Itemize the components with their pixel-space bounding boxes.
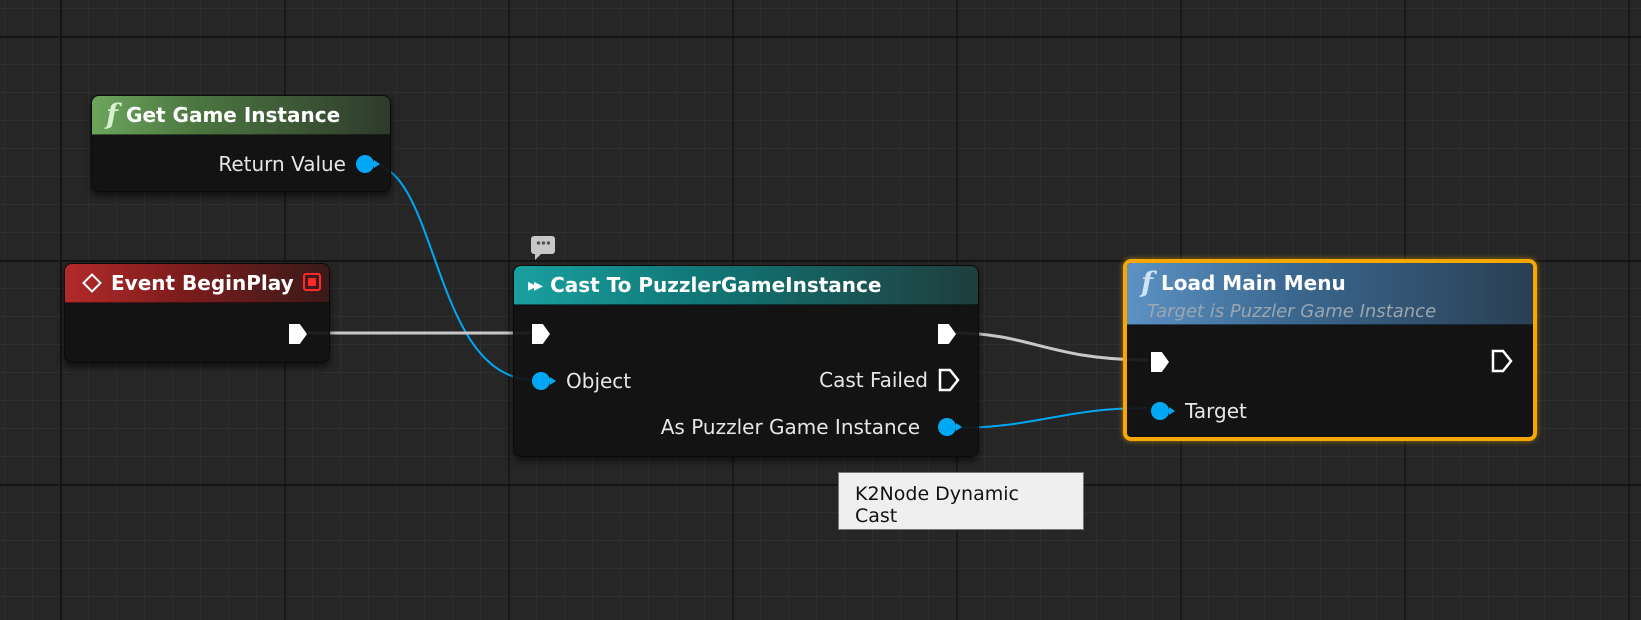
cast-icon: ▸▸ <box>528 274 543 296</box>
pin-row-exec-in <box>532 324 550 344</box>
exec-in-pin[interactable] <box>532 324 550 344</box>
pin-row-object: Object <box>532 369 631 393</box>
exec-in-pin[interactable] <box>1151 352 1169 372</box>
pin-row-exec-out <box>938 324 956 344</box>
wire-cast-exec-to-load[interactable] <box>954 331 1149 362</box>
pin-label-object: Object <box>566 369 632 393</box>
pin-row-exec-out <box>289 324 307 344</box>
return-value-pin[interactable] <box>356 155 380 173</box>
node-title: Event BeginPlay <box>111 271 294 295</box>
node-header: f Get Game Instance <box>92 96 390 135</box>
pin-row-exec-in <box>1151 352 1169 372</box>
node-header: Event BeginPlay <box>65 264 329 303</box>
stop-icon <box>303 273 321 291</box>
pin-row-return-value: Return Value <box>218 152 380 176</box>
pin-label-cast-failed: Cast Failed <box>819 368 928 392</box>
function-icon: f <box>1141 266 1154 299</box>
pin-label-target: Target <box>1185 399 1247 423</box>
node-header: f Load Main Menu Target is Puzzler Game … <box>1127 263 1533 325</box>
node-event-begin-play[interactable]: Event BeginPlay <box>64 263 330 363</box>
pin-row-as-instance: As Puzzler Game Instance <box>660 415 962 439</box>
pin-row-cast-failed: Cast Failed <box>819 368 960 392</box>
pin-row-target: Target <box>1151 399 1247 423</box>
node-title: Cast To PuzzlerGameInstance <box>550 273 882 297</box>
exec-out-pin[interactable] <box>289 324 307 344</box>
pin-label-return-value: Return Value <box>218 152 346 176</box>
node-load-main-menu[interactable]: f Load Main Menu Target is Puzzler Game … <box>1123 259 1537 441</box>
event-icon <box>82 273 102 293</box>
node-header: ▸▸ Cast To PuzzlerGameInstance <box>514 266 978 305</box>
cast-failed-pin[interactable] <box>938 368 960 392</box>
object-pin[interactable] <box>532 372 556 390</box>
pin-label-as-instance: As Puzzler Game Instance <box>660 415 920 439</box>
node-tooltip: K2Node Dynamic Cast <box>838 472 1084 530</box>
as-instance-pin[interactable] <box>938 418 962 436</box>
function-icon: f <box>106 98 119 131</box>
node-title: Get Game Instance <box>126 103 341 127</box>
node-subtitle: Target is Puzzler Game Instance <box>1147 301 1437 322</box>
comment-bubble-icon[interactable] <box>531 236 555 260</box>
node-cast-to[interactable]: ▸▸ Cast To PuzzlerGameInstance Object Ca… <box>513 265 979 457</box>
node-get-game-instance[interactable]: f Get Game Instance Return Value <box>91 95 391 192</box>
exec-out-pin[interactable] <box>938 324 956 344</box>
node-title: Load Main Menu <box>1161 271 1346 295</box>
wire-return-value-to-object[interactable] <box>367 162 536 381</box>
pin-row-exec-out <box>1491 349 1513 373</box>
tooltip-text: K2Node Dynamic Cast <box>855 483 1019 527</box>
target-pin[interactable] <box>1151 402 1175 420</box>
exec-out-pin[interactable] <box>1491 349 1513 373</box>
wire-as-instance-to-target[interactable] <box>949 407 1149 429</box>
